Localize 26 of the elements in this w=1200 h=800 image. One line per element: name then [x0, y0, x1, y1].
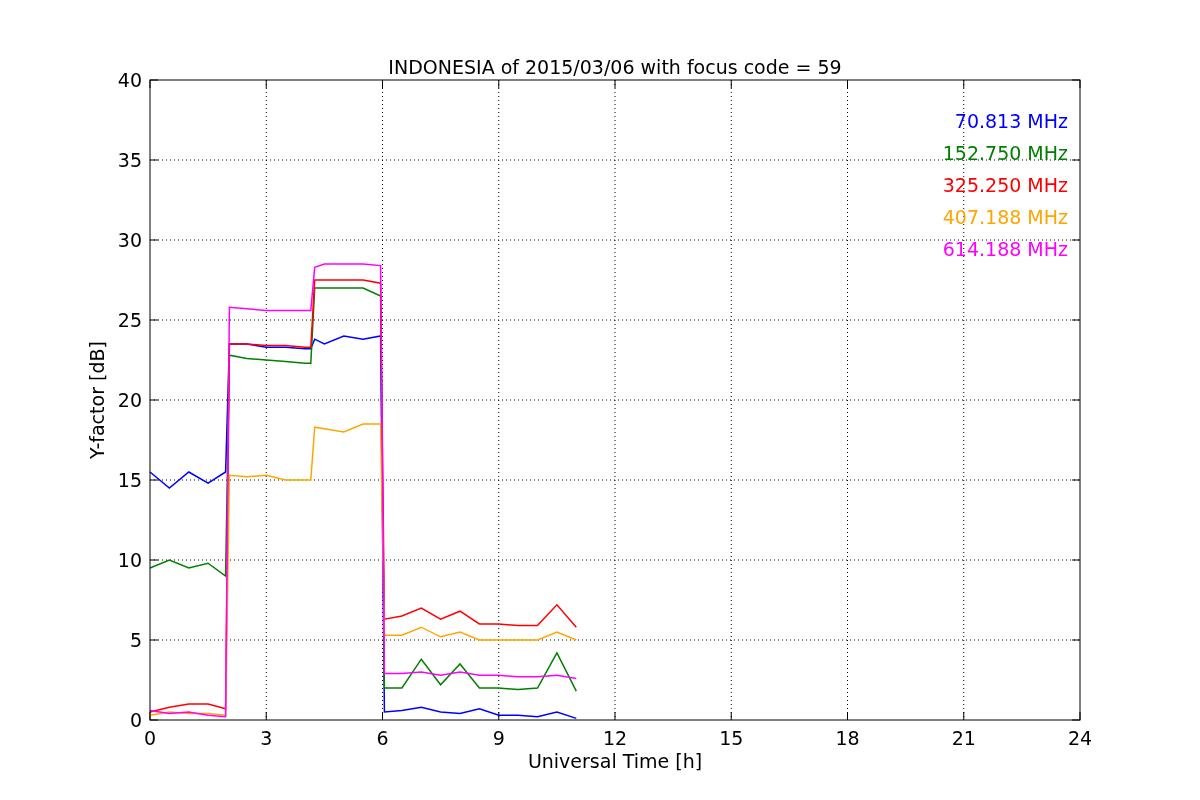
- y-tick-label: 35: [117, 149, 142, 171]
- y-tick-label: 10: [117, 549, 142, 571]
- x-tick-label: 21: [951, 727, 976, 749]
- x-tick-label: 0: [143, 727, 157, 749]
- y-tick-label: 15: [117, 469, 142, 491]
- y-tick-label: 0: [129, 709, 142, 731]
- x-tick-label: 18: [835, 727, 860, 749]
- chart-title: INDONESIA of 2015/03/06 with focus code = 59: [388, 56, 842, 78]
- x-tick-label: 24: [1067, 727, 1093, 749]
- x-tick-label: 3: [260, 727, 273, 749]
- legend-label: 70.813 MHz: [954, 110, 1068, 132]
- y-tick-label: 40: [117, 69, 142, 91]
- x-tick-label: 12: [602, 727, 628, 749]
- y-tick-label: 20: [117, 389, 142, 411]
- x-tick-label: 15: [719, 727, 744, 749]
- legend-label: 325.250 MHz: [942, 174, 1068, 196]
- x-axis-title: Universal Time [h]: [527, 750, 703, 772]
- legend-label: 407.188 MHz: [942, 206, 1068, 228]
- x-tick-label: 9: [492, 727, 505, 749]
- x-tick-label: 6: [376, 727, 389, 749]
- y-tick-label: 5: [129, 629, 142, 651]
- legend-label: 152.750 MHz: [942, 142, 1068, 164]
- legend-label: 614.188 MHz: [942, 238, 1068, 260]
- y-tick-label: 25: [117, 309, 142, 331]
- y-axis-title: Y-factor [dB]: [86, 341, 108, 459]
- y-tick-label: 30: [117, 229, 142, 251]
